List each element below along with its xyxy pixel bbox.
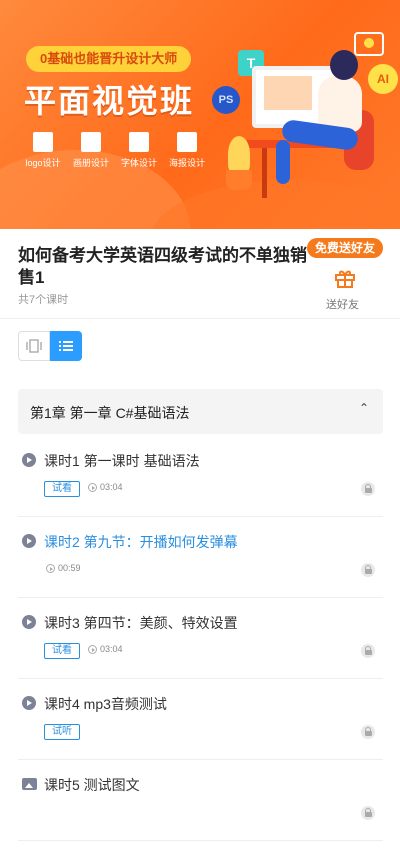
play-icon (22, 453, 36, 467)
lock-icon (361, 563, 375, 577)
desk-leg (262, 148, 267, 198)
lock-icon (361, 806, 375, 820)
clock-icon (46, 563, 55, 573)
carousel-icon (26, 339, 42, 353)
plant-pot (226, 170, 252, 190)
lock-icon (361, 725, 375, 739)
feature-poster: 海报设计 (166, 132, 208, 169)
lesson-title: 课时2 第九节：开播如何发弹幕 (44, 534, 238, 550)
gift-icon[interactable] (334, 267, 356, 289)
feature-logo: logo设计 (22, 132, 64, 169)
grid-view-button[interactable] (18, 331, 50, 361)
listen-tag: 试听 (44, 724, 80, 740)
play-icon (22, 534, 36, 548)
pencil-ruler-icon (33, 132, 53, 152)
lock-icon (361, 482, 375, 496)
lesson-title: 课时1 第一课时 基础语法 (44, 453, 200, 469)
illustrator-icon: AI (368, 64, 398, 94)
gift-label[interactable]: 送好友 (326, 296, 359, 312)
banner-tagline: 0基础也能晋升设计大师 (26, 46, 192, 72)
lesson-title: 课时4 mp3音频测试 (44, 696, 167, 712)
lightbulb-icon (354, 32, 384, 56)
lesson-item[interactable]: 课时5 测试图文 (18, 760, 383, 841)
banner-headline: 平面视觉班 (24, 83, 195, 119)
plant-illustration (228, 136, 250, 172)
type-icon (129, 132, 149, 152)
book-icon (81, 132, 101, 152)
free-gift-button[interactable]: 免费送好友 (307, 238, 383, 258)
lesson-count: 共7个课时 (18, 294, 69, 306)
chevron-up-icon[interactable]: ⌃ (359, 401, 369, 415)
lesson-item[interactable]: 课时4 mp3音频测试 试听 (18, 679, 383, 760)
chapter-title: 第1章 第一章 C#基础语法 (30, 405, 190, 421)
course-title: 如何备考大学英语四级考试的不单独销售1 (18, 246, 307, 287)
course-banner: 0基础也能晋升设计大师 平面视觉班 PS logo设计 画册设计 字体设计 海报… (0, 0, 400, 229)
image-icon (177, 132, 197, 152)
lesson-title: 课时5 测试图文 (44, 777, 140, 793)
banner-features: logo设计 画册设计 字体设计 海报设计 (22, 132, 208, 169)
play-icon (22, 696, 36, 710)
lesson-title: 课时3 第四节：美颜、特效设置 (44, 615, 238, 631)
photoshop-icon: PS (212, 86, 240, 114)
lesson-duration: 03:04 (88, 644, 123, 654)
feature-font: 字体设计 (118, 132, 160, 169)
preview-tag: 试看 (44, 481, 80, 497)
preview-tag: 试看 (44, 643, 80, 659)
lock-icon (361, 644, 375, 658)
person-shin (276, 140, 290, 184)
lesson-duration: 03:04 (88, 482, 123, 492)
clock-icon (88, 482, 97, 492)
person-head (330, 50, 358, 80)
lesson-item[interactable]: 课时2 第九节：开播如何发弹幕 00:59 (18, 517, 383, 598)
course-header: 如何备考大学英语四级考试的不单独销售1 共7个课时 免费送好友 送好友 (0, 229, 400, 319)
lesson-item[interactable]: 课时3 第四节：美颜、特效设置 试看 03:04 (18, 598, 383, 679)
image-icon (22, 778, 37, 790)
feature-brochure: 画册设计 (70, 132, 112, 169)
lesson-item[interactable]: 课时1 第一课时 基础语法 试看 03:04 (18, 436, 383, 517)
list-icon (59, 341, 73, 351)
list-view-button[interactable] (50, 331, 82, 361)
play-icon (22, 615, 36, 629)
view-toggle (18, 331, 82, 361)
banner-blob (150, 180, 400, 229)
clock-icon (88, 644, 97, 654)
lesson-duration: 00:59 (46, 563, 81, 573)
chapter-header[interactable]: 第1章 第一章 C#基础语法 ⌃ (18, 389, 383, 434)
